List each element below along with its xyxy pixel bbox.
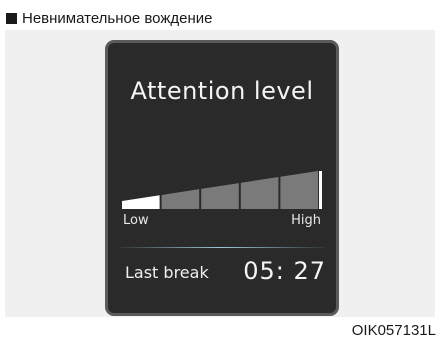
level-high-label: High — [291, 213, 321, 228]
display-title: Attention level — [130, 77, 314, 105]
level-low-label: Low — [123, 213, 149, 228]
level-segment-empty — [280, 171, 318, 209]
attention-level-graphic — [122, 171, 322, 209]
square-bullet-icon — [6, 13, 17, 24]
figure-code: OIK057131L — [351, 322, 436, 339]
section-heading-text: Невнимательное вождение — [22, 10, 213, 27]
level-end-marker — [319, 171, 322, 209]
attention-level-bar — [122, 171, 322, 209]
display-divider — [118, 247, 326, 248]
last-break-time: 05: 27 — [243, 257, 326, 285]
cluster-display: Attention level Low High Last break 05: … — [105, 40, 339, 316]
level-segment-empty — [161, 189, 200, 209]
last-break-label: Last break — [125, 263, 209, 282]
section-heading: Невнимательное вождение — [6, 10, 213, 27]
level-segment-empty — [240, 177, 279, 209]
level-segment-empty — [201, 183, 239, 209]
level-segment-filled — [122, 195, 160, 209]
